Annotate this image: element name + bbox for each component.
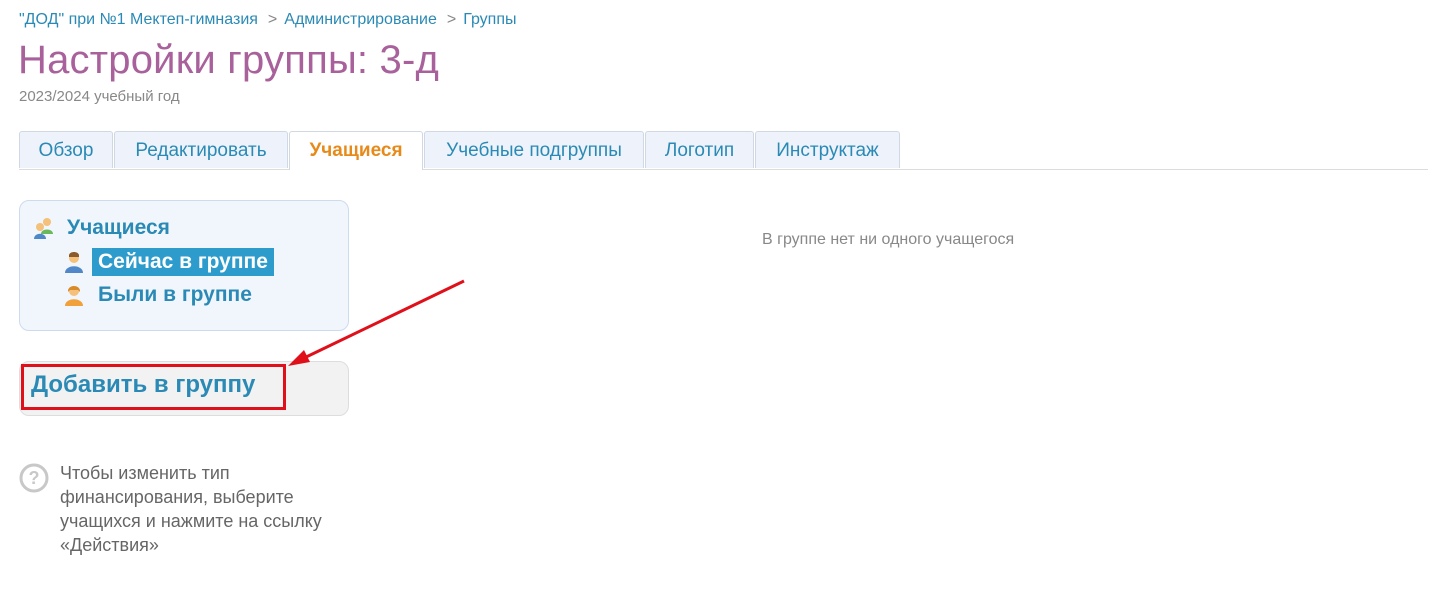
empty-list-message: В группе нет ни одного учащегося <box>762 231 1015 248</box>
help-question-icon: ? <box>19 463 49 493</box>
help-text: Чтобы изменить тип финансирования, выбер… <box>60 463 322 555</box>
svg-text:?: ? <box>29 468 40 488</box>
